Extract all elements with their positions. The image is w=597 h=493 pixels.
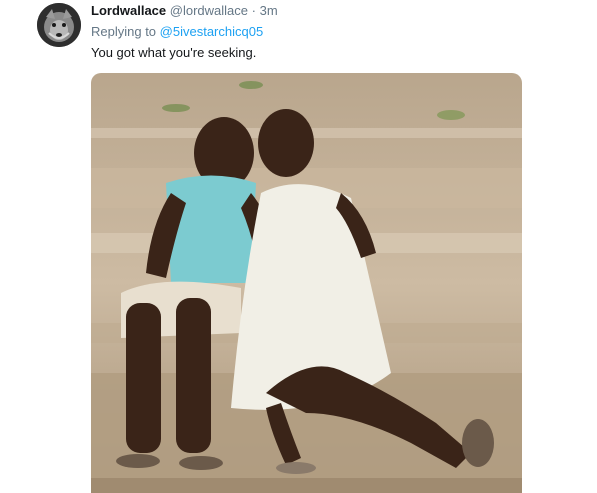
avatar[interactable] [37, 3, 81, 47]
tweet-text: You got what you're seeking. [91, 45, 257, 60]
tweet-photo[interactable] [91, 73, 522, 493]
replying-to: Replying to @5ivestarchicq05 [91, 24, 263, 39]
photo-two-laughing-girls [91, 73, 522, 493]
timestamp[interactable]: 3m [260, 3, 278, 18]
separator-dot: · [251, 3, 256, 18]
display-name[interactable]: Lordwallace [91, 3, 166, 18]
tweet[interactable]: Lordwallace @lordwallace · 3m Replying t… [0, 0, 597, 493]
avatar-wolf-image [37, 3, 81, 47]
replying-handle-link[interactable]: @5ivestarchicq05 [160, 24, 264, 39]
user-handle[interactable]: @lordwallace [170, 3, 248, 18]
tweet-header: Lordwallace @lordwallace · 3m [91, 3, 278, 18]
replying-prefix: Replying to [91, 24, 157, 39]
